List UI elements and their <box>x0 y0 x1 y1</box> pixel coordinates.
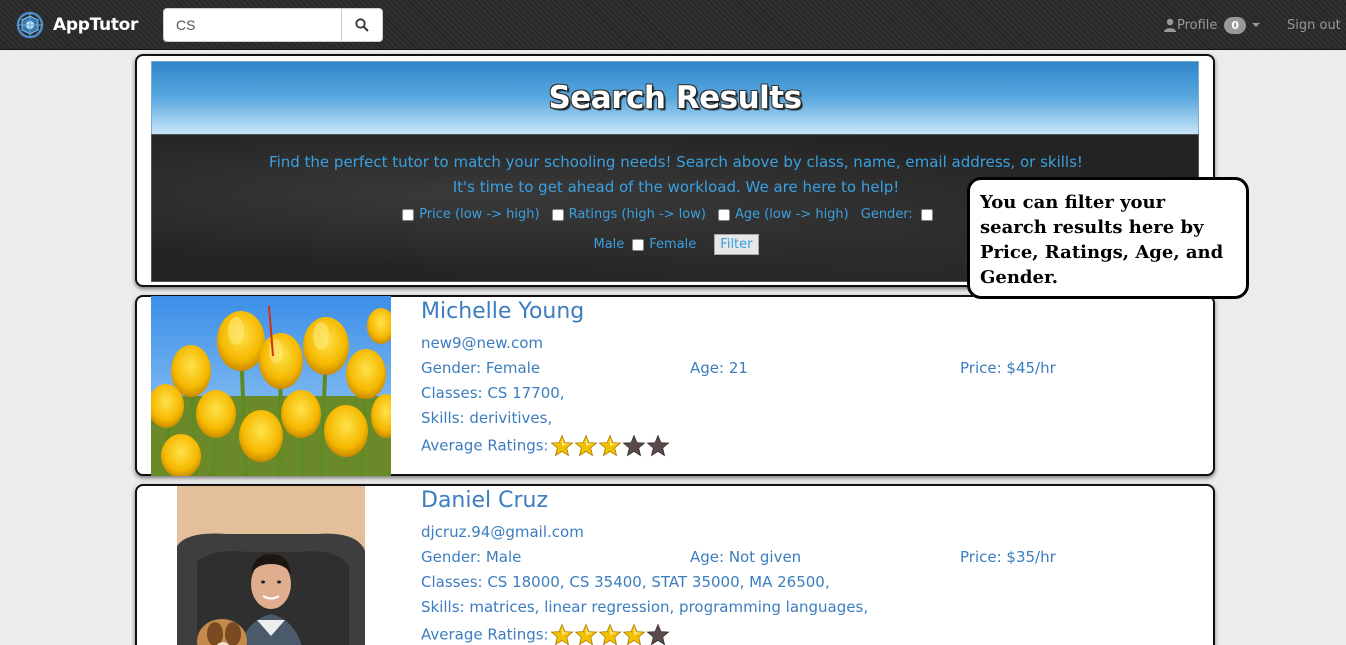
intro-text: Find the perfect tutor to match your sch… <box>269 153 1083 171</box>
tutor-classes: Classes: CS 18000, CS 35400, STAT 35000,… <box>421 573 830 591</box>
ratings-label: Average Ratings: <box>421 625 549 644</box>
star-empty-icon <box>646 623 670 645</box>
filter-button[interactable]: Filter <box>714 234 759 255</box>
age-checkbox[interactable] <box>717 208 730 221</box>
star-filled-icon <box>550 623 574 645</box>
tutor-photo <box>151 296 391 476</box>
tutor-email: djcruz.94@gmail.com <box>421 523 584 541</box>
ratings-label: Average Ratings: <box>421 436 549 455</box>
tutor-ratings: Average Ratings: <box>421 434 670 458</box>
profile-label: Profile <box>1177 17 1218 33</box>
tutor-gender: Gender: Female <box>421 359 541 377</box>
results-banner: Search Results <box>151 61 1199 134</box>
rating-stars <box>550 623 670 645</box>
tutor-ratings: Average Ratings: <box>421 623 670 645</box>
star-filled-icon <box>574 434 598 457</box>
tutor-gender: Gender: Male <box>421 548 522 566</box>
star-empty-icon <box>646 434 670 457</box>
chevron-down-icon <box>1252 23 1261 27</box>
sign-out-link[interactable]: Sign out <box>1287 15 1341 35</box>
tutor-age: Age: Not given <box>690 548 802 566</box>
filter-ratings[interactable]: Ratings (high -> low) <box>551 207 706 222</box>
tutor-card[interactable]: Michelle Young new9@new.com Gender: Fema… <box>135 295 1215 476</box>
filter-help-callout: You can filter your search results here … <box>967 177 1249 299</box>
gender-filter-label: Gender: <box>860 207 913 222</box>
female-checkbox[interactable] <box>632 238 645 251</box>
page-title: Search Results <box>548 80 802 116</box>
male-checkbox[interactable] <box>920 208 933 221</box>
search-form <box>163 8 383 42</box>
ratings-checkbox[interactable] <box>551 208 564 221</box>
star-filled-icon <box>598 434 622 457</box>
price-filter-label: Price (low -> high) <box>419 207 540 222</box>
tutor-classes: Classes: CS 17700, <box>421 384 565 402</box>
user-icon <box>1164 18 1176 32</box>
star-filled-icon <box>574 623 598 645</box>
brand-name: AppTutor <box>53 15 139 35</box>
logo-icon <box>16 11 44 39</box>
tutor-email: new9@new.com <box>421 334 543 352</box>
tutor-price: Price: $35/hr <box>960 548 1056 566</box>
tutor-skills: Skills: matrices, linear regression, pro… <box>421 598 869 616</box>
search-button[interactable] <box>342 8 383 42</box>
notification-badge: 0 <box>1224 16 1247 34</box>
filter-male[interactable]: Male <box>593 237 624 252</box>
search-icon <box>355 18 369 32</box>
tutor-name[interactable]: Michelle Young <box>421 299 584 324</box>
star-empty-icon <box>622 434 646 457</box>
tutor-photo <box>177 486 365 645</box>
rating-stars <box>550 434 670 458</box>
tutor-age: Age: 21 <box>690 359 748 377</box>
filter-female[interactable]: Female <box>632 237 696 252</box>
filter-gender: Gender: <box>861 207 938 222</box>
filter-age[interactable]: Age (low -> high) <box>717 207 849 222</box>
male-label: Male <box>593 237 625 252</box>
star-filled-icon <box>622 623 646 645</box>
ratings-filter-label: Ratings (high -> low) <box>568 207 706 222</box>
filter-price[interactable]: Price (low -> high) <box>402 207 540 222</box>
price-checkbox[interactable] <box>402 208 415 221</box>
search-input[interactable] <box>163 8 342 42</box>
top-navbar: AppTutor Profile 0 Sign out <box>0 0 1346 50</box>
age-filter-label: Age (low -> high) <box>734 207 849 222</box>
tutor-price: Price: $45/hr <box>960 359 1056 377</box>
star-filled-icon <box>550 434 574 457</box>
tutor-card[interactable]: Daniel Cruz djcruz.94@gmail.com Gender: … <box>135 484 1215 645</box>
female-label: Female <box>649 237 697 252</box>
tutor-skills: Skills: derivitives, <box>421 409 553 427</box>
star-filled-icon <box>598 623 622 645</box>
profile-menu[interactable]: Profile 0 <box>1163 15 1261 35</box>
tutor-name[interactable]: Daniel Cruz <box>421 488 548 513</box>
brand[interactable]: AppTutor <box>14 10 138 40</box>
